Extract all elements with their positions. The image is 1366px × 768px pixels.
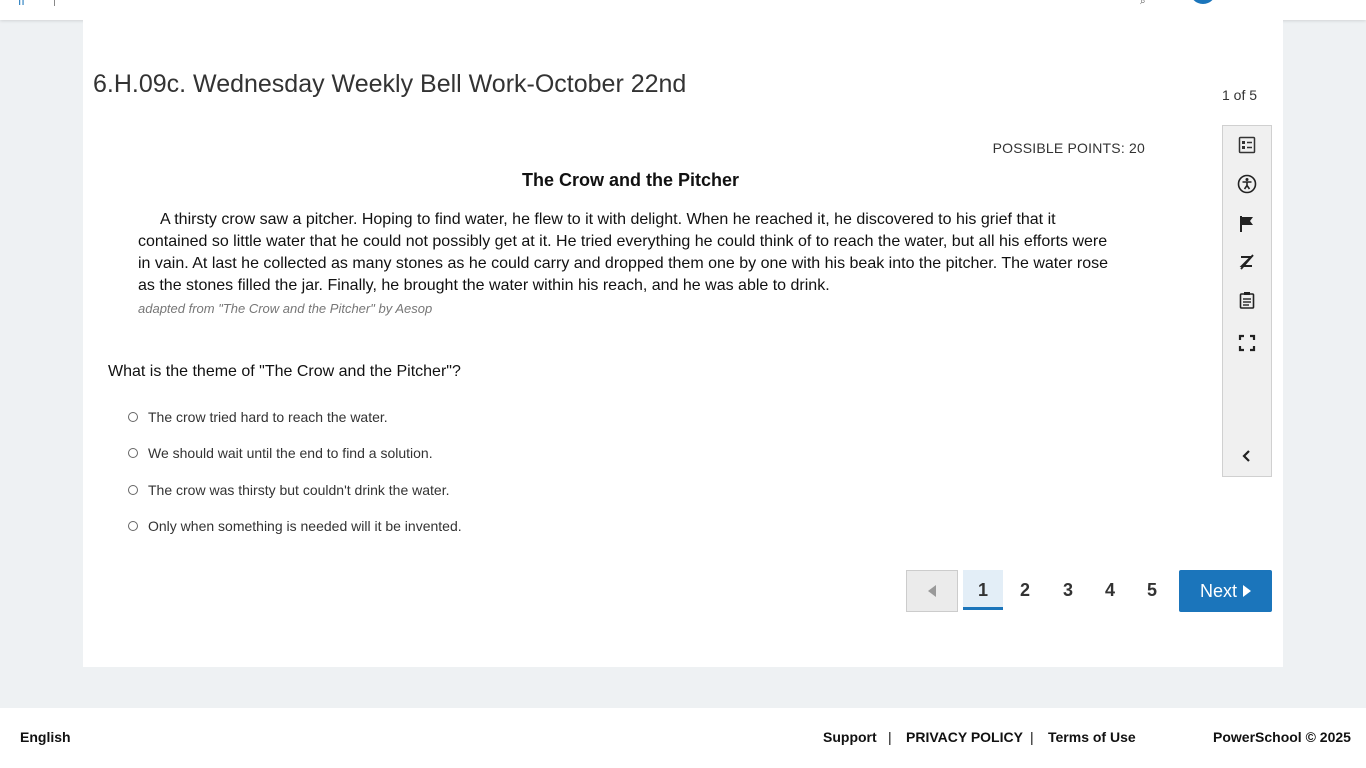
page-3[interactable]: 3 <box>1048 570 1088 610</box>
terms-of-use-link[interactable]: Terms of Use <box>1048 729 1136 745</box>
answer-option-2[interactable]: We should wait until the end to find a s… <box>128 443 433 463</box>
privacy-policy-link[interactable]: PRIVACY POLICY <box>906 729 1023 745</box>
collapse-icon[interactable] <box>1235 444 1259 468</box>
passage-text: A thirsty crow saw a pitcher. Hoping to … <box>138 211 1109 294</box>
passage-source: adapted from "The Crow and the Pitcher" … <box>138 301 433 316</box>
eliminate-icon[interactable] <box>1235 250 1259 274</box>
radio-button[interactable] <box>128 412 138 422</box>
answer-option-label: We should wait until the end to find a s… <box>148 445 433 461</box>
next-button[interactable]: Next <box>1179 570 1272 612</box>
copyright: PowerSchool © 2025 <box>1213 729 1351 745</box>
previous-button[interactable] <box>906 570 958 612</box>
fullscreen-icon[interactable] <box>1235 331 1259 355</box>
avatar[interactable] <box>1190 0 1216 4</box>
caret-left-icon <box>928 585 936 597</box>
answer-option-4[interactable]: Only when something is needed will it be… <box>128 516 462 536</box>
page-5[interactable]: 5 <box>1132 570 1172 610</box>
page-2[interactable]: 2 <box>1005 570 1045 610</box>
footer-separator: | <box>888 729 892 745</box>
header-divider <box>54 0 55 6</box>
answer-option-label: The crow tried hard to reach the water. <box>148 409 388 425</box>
answer-option-3[interactable]: The crow was thirsty but couldn't drink … <box>128 480 449 500</box>
search-icon[interactable]: ⌕ <box>1140 0 1146 7</box>
answer-option-label: Only when something is needed will it be… <box>148 518 462 534</box>
page-4[interactable]: 4 <box>1090 570 1130 610</box>
next-button-label: Next <box>1199 580 1237 601</box>
reference-list-icon[interactable] <box>1235 133 1259 157</box>
page-1[interactable]: 1 <box>963 570 1003 610</box>
app-logo[interactable]: ıı <box>18 0 25 8</box>
support-link[interactable]: Support <box>823 729 877 745</box>
question-counter: 1 of 5 <box>1222 87 1258 103</box>
assessment-card: 6.H.09c. Wednesday Weekly Bell Work-Octo… <box>83 20 1283 667</box>
passage-title: The Crow and the Pitcher <box>521 170 740 190</box>
radio-button[interactable] <box>128 485 138 495</box>
tools-panel <box>1222 125 1272 477</box>
answer-option-1[interactable]: The crow tried hard to reach the water. <box>128 407 388 427</box>
footer-separator: | <box>1030 729 1034 745</box>
language-link[interactable]: English <box>20 729 71 745</box>
possible-points: POSSIBLE POINTS: 20 <box>992 140 1145 156</box>
question-prompt: What is the theme of "The Crow and the P… <box>108 363 461 380</box>
footer: English Support | PRIVACY POLICY | Terms… <box>0 708 1366 768</box>
radio-button[interactable] <box>128 521 138 531</box>
notepad-icon[interactable] <box>1235 288 1259 312</box>
accessibility-icon[interactable] <box>1235 172 1259 196</box>
caret-right-icon <box>1243 585 1251 597</box>
assessment-title: 6.H.09c. Wednesday Weekly Bell Work-Octo… <box>93 70 687 98</box>
answer-option-label: The crow was thirsty but couldn't drink … <box>148 482 450 498</box>
radio-button[interactable] <box>128 448 138 458</box>
flag-icon[interactable] <box>1235 212 1259 236</box>
top-bar: ıı ⌕ <box>0 0 1366 20</box>
